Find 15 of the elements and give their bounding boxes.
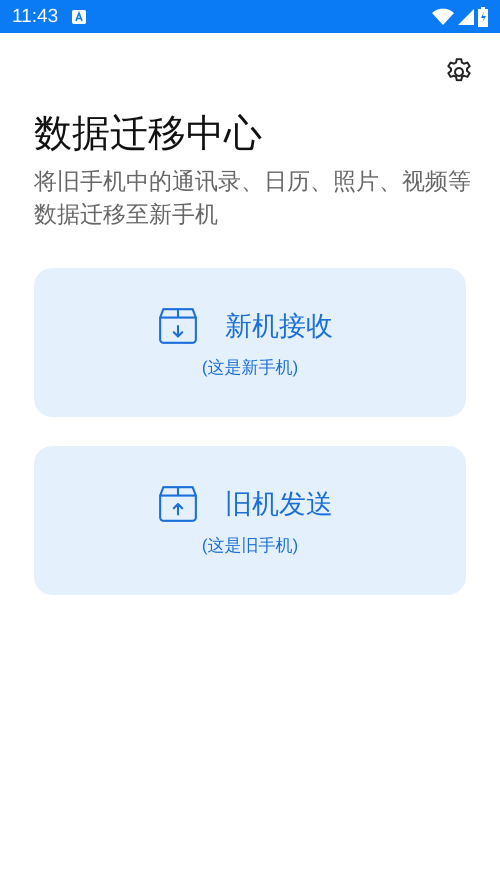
option-label: 旧机发送 xyxy=(225,488,333,522)
page-description: 将旧手机中的通讯录、日历、照片、视频等数据迁移至新手机 xyxy=(34,168,472,230)
option-label: 新机接收 xyxy=(225,310,333,344)
status-time: 11:43 xyxy=(12,6,58,28)
transfer-option-card[interactable]: 旧机发送 (这是旧手机) xyxy=(34,446,466,596)
signal-icon xyxy=(458,8,474,24)
notification-icon xyxy=(72,10,86,24)
box-icon xyxy=(157,484,199,524)
transfer-option-card[interactable]: 新机接收 (这是新手机) xyxy=(34,268,466,418)
option-note: (这是新手机) xyxy=(202,357,298,380)
battery-icon xyxy=(478,6,488,26)
option-note: (这是旧手机) xyxy=(202,535,298,558)
box-icon xyxy=(157,306,199,346)
page-title: 数据迁移中心 xyxy=(34,110,263,157)
wifi-icon xyxy=(432,8,454,25)
